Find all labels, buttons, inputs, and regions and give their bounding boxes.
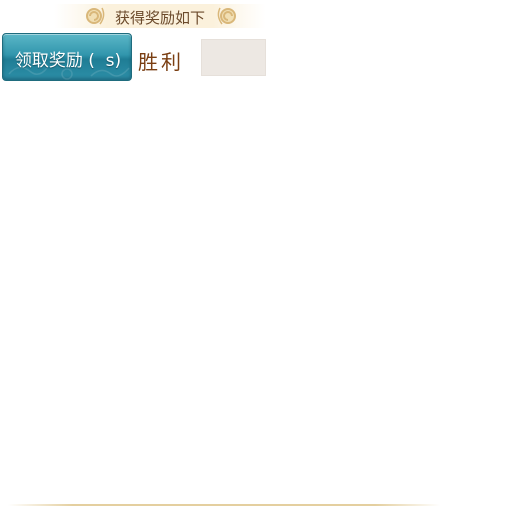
bottom-divider: [8, 504, 440, 506]
claim-reward-label: 领取奖励 ( s): [14, 51, 122, 71]
claim-reward-button[interactable]: 领取奖励 ( s): [2, 33, 132, 81]
banner-title: 获得奖励如下: [114, 9, 205, 27]
reward-banner: 获得奖励如下: [14, 2, 306, 30]
reward-item-slot[interactable]: [201, 39, 266, 76]
result-label: 胜利: [138, 50, 184, 74]
reward-panel: 获得奖励如下 领取奖励 ( s) 胜利: [0, 0, 512, 512]
